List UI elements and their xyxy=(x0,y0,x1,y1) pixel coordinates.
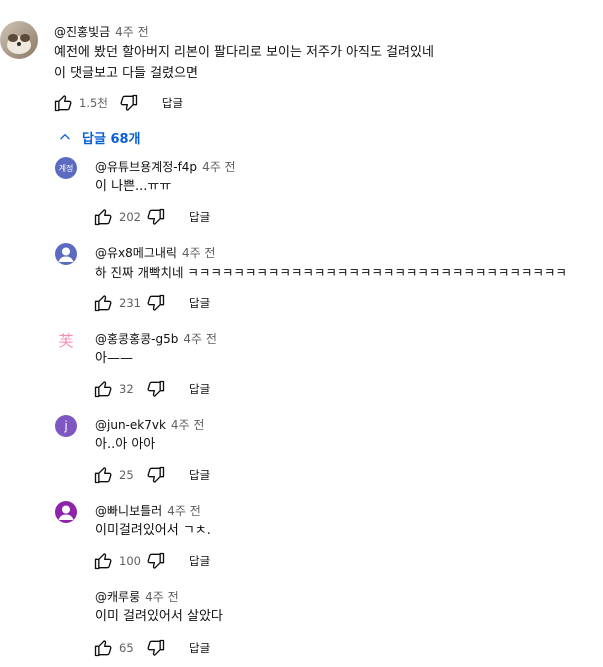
reply-author[interactable]: @캐루룽 xyxy=(95,590,140,604)
like-count: 1.5천 xyxy=(79,96,108,110)
reply-author[interactable]: @유x8메그내릭 xyxy=(95,246,177,260)
reply-time[interactable]: 4주 전 xyxy=(182,246,216,260)
reply-author[interactable]: @jun-ek7vk xyxy=(95,418,166,432)
reply-text: 하 진짜 개빡치네 ㅋㅋㅋㅋㅋㅋㅋㅋㅋㅋㅋㅋㅋㅋㅋㅋㅋㅋㅋㅋㅋㅋㅋㅋㅋㅋㅋㅋㅋㅋ… xyxy=(95,265,567,280)
comment-text-line-1: 예전에 봤던 할아버지 리본이 팔다리로 보이는 저주가 아직도 걸려있네 xyxy=(54,45,434,60)
reply-author[interactable]: @유튜브용계정-f4p xyxy=(95,160,197,174)
thumbs-up-icon xyxy=(94,295,112,312)
reply-time[interactable]: 4주 전 xyxy=(167,504,201,518)
thumbs-down-icon xyxy=(120,94,138,111)
thumbs-down-icon xyxy=(147,639,165,656)
thumbs-up-icon xyxy=(94,467,112,484)
avatar[interactable]: 계정 xyxy=(55,157,77,179)
person-icon xyxy=(58,505,74,520)
thumbs-down-icon xyxy=(147,208,165,225)
replies-toggle-button[interactable]: 답글 68개 xyxy=(58,126,141,148)
avatar[interactable] xyxy=(55,501,77,523)
thumbs-up-icon xyxy=(94,553,112,570)
reply-text: 이미 걸려있어서 살았다 xyxy=(95,609,223,624)
thumbs-down-icon xyxy=(147,380,165,397)
avatar-text: 芙 xyxy=(58,331,74,350)
dislike-button[interactable] xyxy=(145,378,167,400)
thumbs-up-icon xyxy=(94,381,112,398)
reply-author-line: @캐루룽 4주 전 xyxy=(95,588,179,605)
comment-author-line: @진홍빛금 4주 전 xyxy=(54,23,149,40)
comment-time[interactable]: 4주 전 xyxy=(115,25,149,39)
comment-author[interactable]: @진홍빛금 xyxy=(54,25,110,39)
like-button[interactable] xyxy=(92,637,114,659)
dislike-button[interactable] xyxy=(145,206,167,228)
reply-text: 아—— xyxy=(95,351,133,366)
person-icon xyxy=(58,247,74,262)
reply-author-line: @유튜브용계정-f4p 4주 전 xyxy=(95,158,236,175)
like-count: 32 xyxy=(119,382,134,396)
replies-toggle-label: 답글 68개 xyxy=(82,131,141,147)
dislike-button[interactable] xyxy=(145,637,167,659)
like-count: 100 xyxy=(119,554,141,568)
like-button[interactable] xyxy=(52,92,74,114)
reply-actions: 202 답글 xyxy=(92,206,210,228)
thumbs-down-icon xyxy=(147,294,165,311)
like-count: 202 xyxy=(119,210,141,224)
like-button[interactable] xyxy=(92,206,114,228)
thumbs-down-icon xyxy=(147,466,165,483)
avatar[interactable]: j xyxy=(55,415,77,437)
reply-time[interactable]: 4주 전 xyxy=(183,332,217,346)
thumbs-up-icon xyxy=(94,209,112,226)
reply-button[interactable]: 답글 xyxy=(162,95,183,111)
reply-actions: 25 답글 xyxy=(92,464,210,486)
reply-actions: 32 답글 xyxy=(92,378,210,400)
like-button[interactable] xyxy=(92,550,114,572)
thumbs-up-icon xyxy=(54,95,72,112)
reply-text: 이 나쁜...ㅠㅠ xyxy=(95,179,172,194)
like-button[interactable] xyxy=(92,464,114,486)
reply-time[interactable]: 4주 전 xyxy=(171,418,205,432)
reply-author-line: @jun-ek7vk 4주 전 xyxy=(95,416,204,433)
reply-button[interactable]: 답글 xyxy=(189,295,210,311)
reply-actions: 100 답글 xyxy=(92,550,210,572)
dislike-button[interactable] xyxy=(145,464,167,486)
like-count: 65 xyxy=(119,641,134,655)
reply-author[interactable]: @빠니보틀러 xyxy=(95,504,162,518)
like-button[interactable] xyxy=(92,292,114,314)
avatar-text: j xyxy=(64,419,68,433)
thumbs-up-icon xyxy=(94,640,112,657)
dislike-button[interactable] xyxy=(145,550,167,572)
thumbs-down-icon xyxy=(147,552,165,569)
like-count: 231 xyxy=(119,296,141,310)
comment-text-line-2: 이 댓글보고 다들 걸렸으면 xyxy=(54,66,198,81)
dog-icon xyxy=(7,34,31,54)
reply-actions: 231 답글 xyxy=(92,292,210,314)
avatar-text: 계정 xyxy=(58,163,74,173)
reply-author-line: @홍콩홍콩-g5b 4주 전 xyxy=(95,330,217,347)
reply-author-line: @유x8메그내릭 4주 전 xyxy=(95,244,215,261)
reply-button[interactable]: 답글 xyxy=(189,467,210,483)
reply-author-line: @빠니보틀러 4주 전 xyxy=(95,502,201,519)
reply-time[interactable]: 4주 전 xyxy=(145,590,179,604)
chevron-up-icon xyxy=(60,134,70,140)
reply-button[interactable]: 답글 xyxy=(189,553,210,569)
reply-text: 이미걸려있어서 ㄱㅊ. xyxy=(95,523,211,538)
like-count: 25 xyxy=(119,468,134,482)
dislike-button[interactable] xyxy=(145,292,167,314)
reply-actions: 65 답글 xyxy=(92,637,210,659)
reply-button[interactable]: 답글 xyxy=(189,640,210,656)
reply-author[interactable]: @홍콩홍콩-g5b xyxy=(95,332,178,346)
avatar[interactable] xyxy=(55,243,77,265)
avatar[interactable] xyxy=(0,21,38,59)
avatar[interactable]: 芙 xyxy=(55,329,77,351)
reply-time[interactable]: 4주 전 xyxy=(202,160,236,174)
reply-text: 아..아 아아 xyxy=(95,437,156,452)
like-button[interactable] xyxy=(92,378,114,400)
dislike-button[interactable] xyxy=(118,92,140,114)
comment-actions: 1.5천 답글 xyxy=(52,92,183,114)
reply-button[interactable]: 답글 xyxy=(189,209,210,225)
reply-button[interactable]: 답글 xyxy=(189,381,210,397)
